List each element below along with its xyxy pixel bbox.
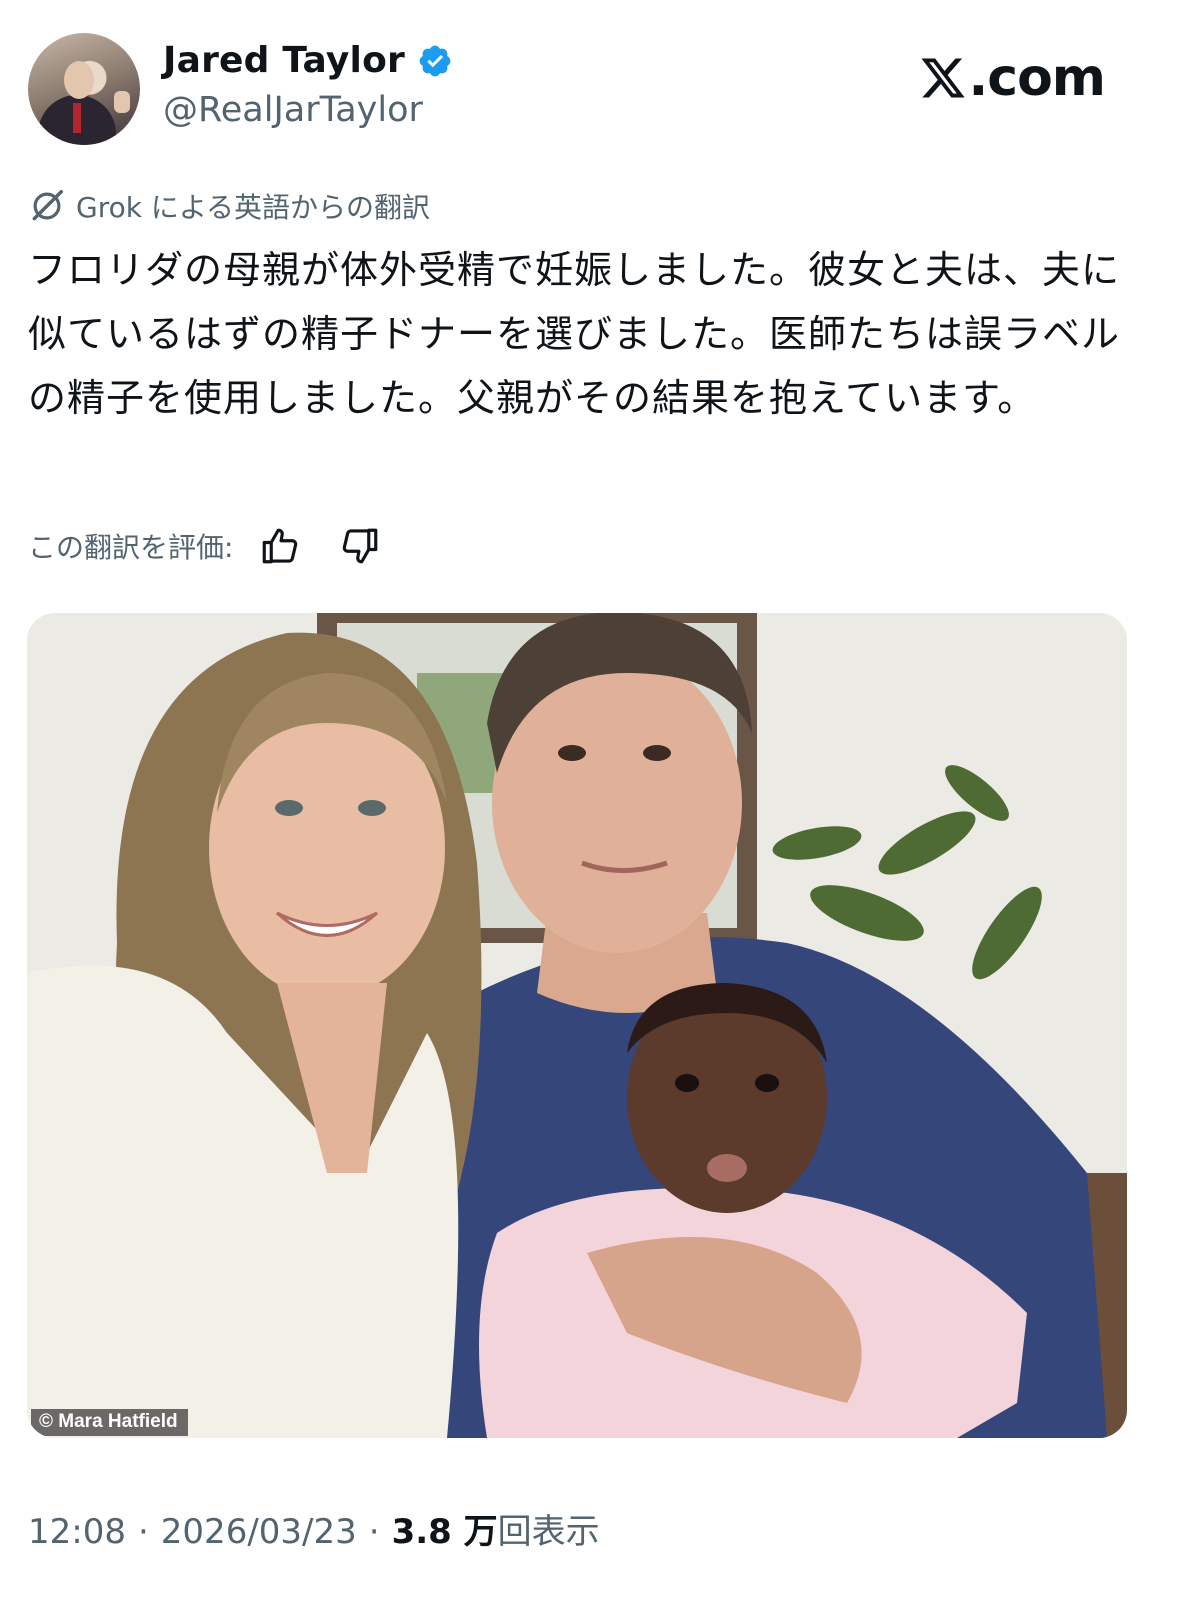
meta-separator: ·	[368, 1512, 380, 1552]
avatar-hand	[114, 91, 130, 113]
x-logo-icon	[921, 58, 965, 98]
meta-separator: ·	[137, 1512, 149, 1552]
thumbs-down-icon	[343, 528, 378, 564]
tweet-text: フロリダの母親が体外受精で妊娠しました。彼女と夫は、夫に似ているはずの精子ドナー…	[28, 248, 1121, 420]
x-com-logo: .com	[919, 48, 1106, 108]
tweet-date[interactable]: 2026/03/23	[161, 1512, 357, 1552]
rate-translation-row: この翻訳を評価:	[28, 523, 383, 569]
avatar[interactable]	[28, 33, 140, 145]
avatar-tie	[73, 103, 81, 133]
x-logo-text: .com	[968, 48, 1106, 108]
tweet-photo[interactable]: © Mara Hatfield	[27, 613, 1127, 1438]
avatar-head	[64, 61, 94, 99]
author-display-name[interactable]: Jared Taylor	[163, 40, 405, 81]
thumbs-up-icon	[263, 528, 298, 564]
rate-translation-label: この翻訳を評価:	[28, 531, 234, 564]
family-photo-illustration	[27, 613, 1127, 1438]
photo-credit: © Mara Hatfield	[31, 1409, 188, 1436]
thumbs-down-button[interactable]	[337, 523, 383, 569]
author-name-row[interactable]: Jared Taylor	[163, 40, 453, 81]
view-label: 回表示	[497, 1512, 600, 1552]
translation-label-row[interactable]: Grok による英語からの翻訳	[28, 186, 430, 226]
tweet-page: Jared Taylor @RealJarTaylor .com Grok によ…	[0, 0, 1179, 1603]
view-count: 3.8 万	[391, 1512, 498, 1552]
tweet-meta: 12:08 · 2026/03/23 · 3.8 万 回表示	[28, 1504, 600, 1553]
author-handle[interactable]: @RealJarTaylor	[163, 90, 423, 130]
translation-label: Grok による英語からの翻訳	[76, 191, 431, 224]
verified-badge-icon	[419, 45, 451, 76]
thumbs-up-button[interactable]	[257, 523, 303, 569]
tweet-time[interactable]: 12:08	[28, 1512, 126, 1552]
grok-icon	[32, 190, 63, 221]
